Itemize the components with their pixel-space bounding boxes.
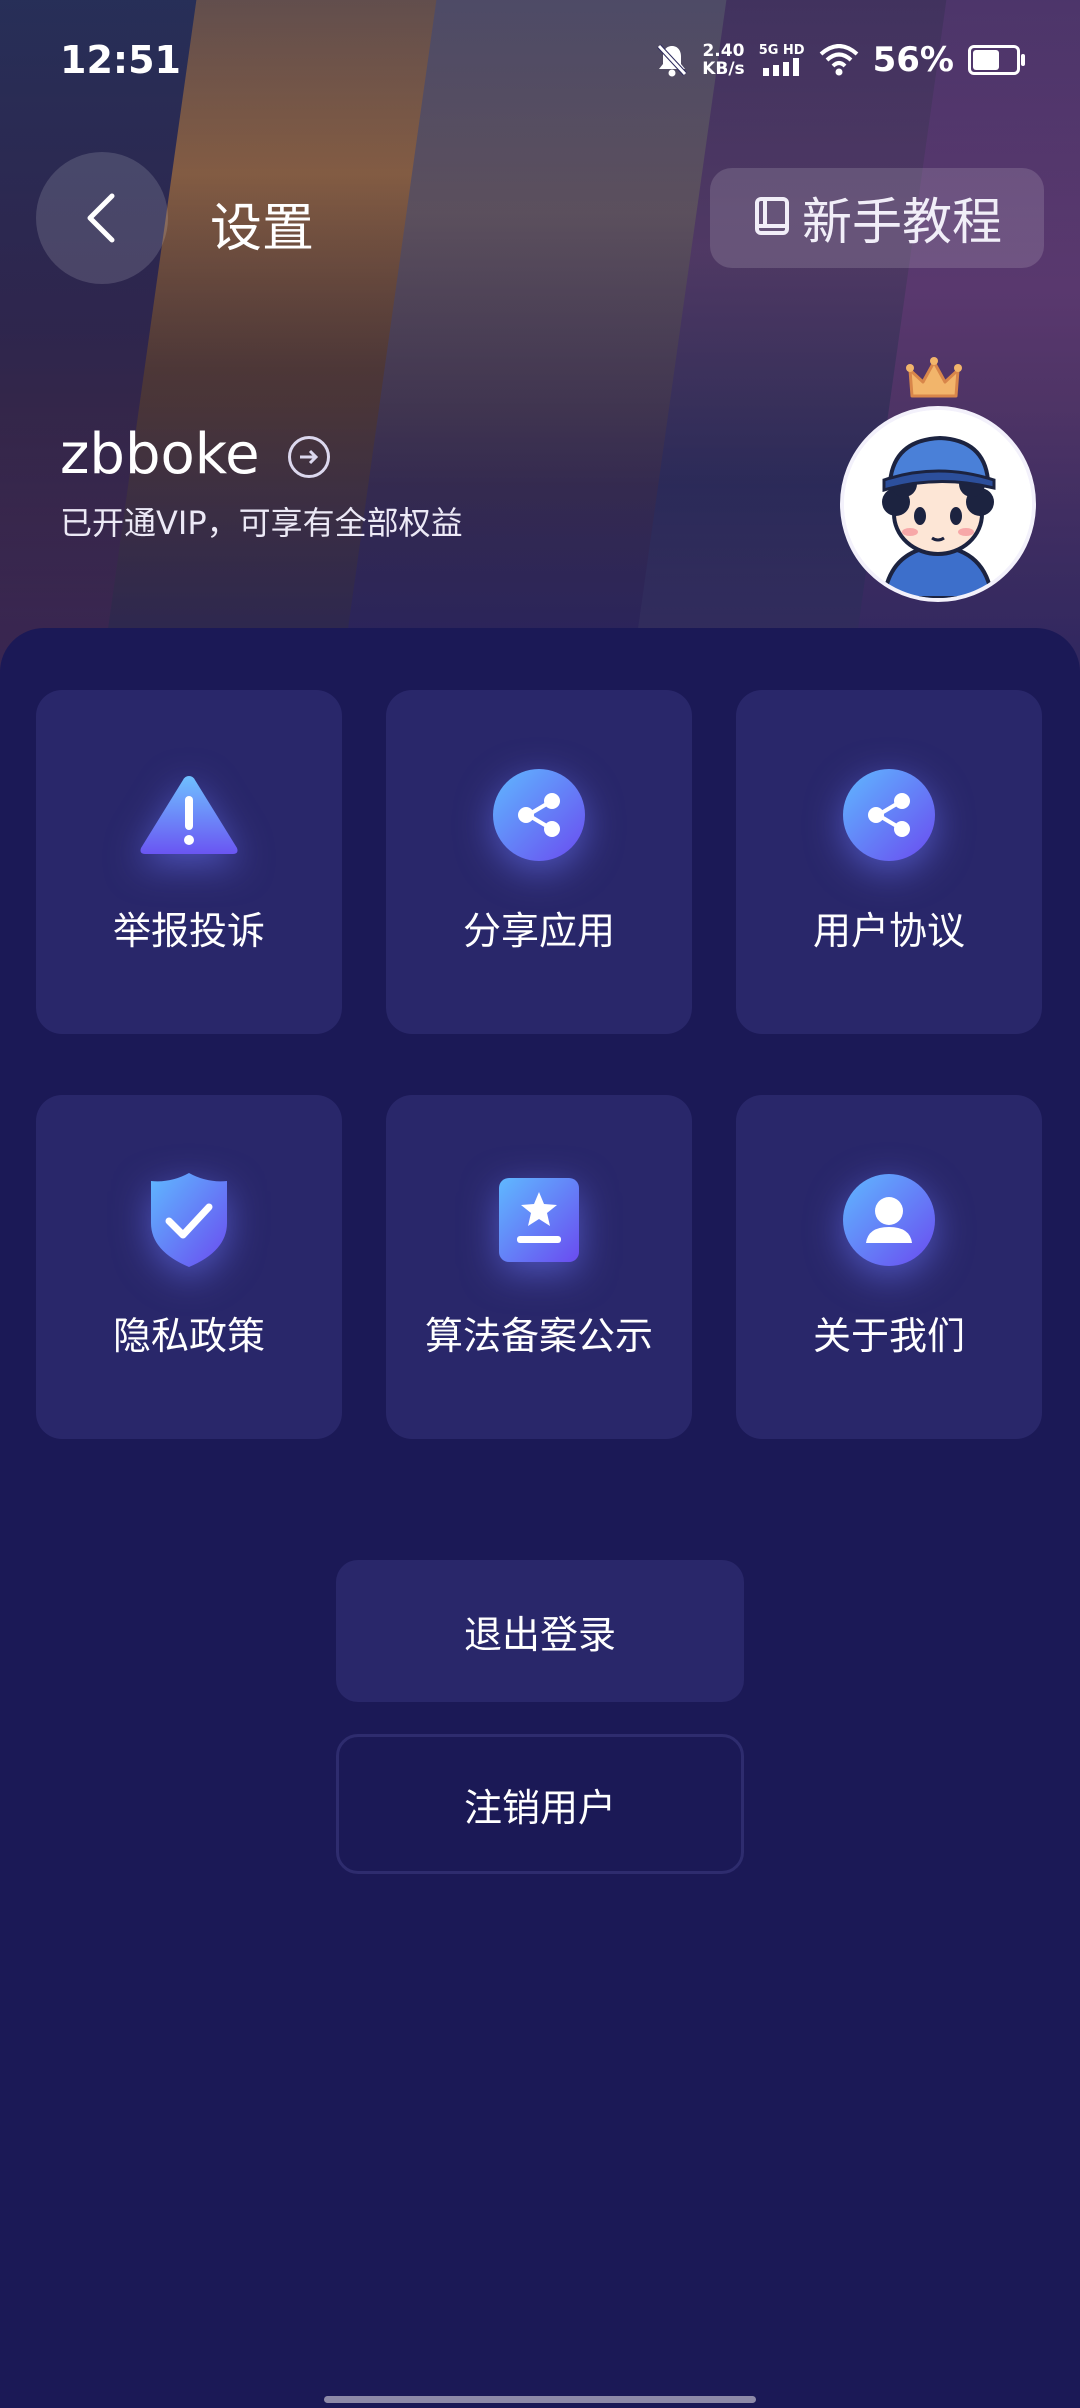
logout-button[interactable]: 退出登录 bbox=[336, 1560, 744, 1702]
tutorial-label: 新手教程 bbox=[802, 193, 1002, 251]
vip-status-text: 已开通VIP，可享有全部权益 bbox=[60, 504, 463, 542]
status-time: 12:51 bbox=[60, 38, 181, 82]
shield-check-icon bbox=[151, 1173, 227, 1267]
menu-card-algorithm-filing[interactable]: 算法备案公示 bbox=[386, 1095, 692, 1439]
star-document-icon bbox=[499, 1178, 579, 1262]
crown-icon bbox=[906, 357, 962, 398]
share-icon bbox=[493, 769, 585, 861]
status-bar: 12:51 2.40 KB/s 5G HD 56% bbox=[0, 0, 1080, 130]
cancel-account-label: 注销用户 bbox=[463, 1785, 616, 1830]
menu-card-about-us[interactable]: 关于我们 bbox=[736, 1095, 1042, 1439]
username[interactable]: zbboke bbox=[60, 422, 260, 487]
menu-card-label: 举报投诉 bbox=[112, 909, 265, 953]
menu-card-label: 隐私政策 bbox=[112, 1314, 265, 1358]
network-speed: 2.40 KB/s bbox=[702, 41, 745, 79]
chevron-left-icon bbox=[87, 193, 115, 243]
page-title: 设置 bbox=[210, 199, 315, 259]
battery-percent: 56% bbox=[872, 40, 954, 80]
battery-icon bbox=[968, 45, 1025, 75]
menu-card-label: 关于我们 bbox=[812, 1314, 965, 1358]
share-icon bbox=[843, 769, 935, 861]
book-icon bbox=[755, 197, 789, 235]
home-indicator[interactable] bbox=[324, 2396, 756, 2403]
logout-label: 退出登录 bbox=[463, 1612, 616, 1657]
avatar[interactable] bbox=[840, 406, 1036, 602]
menu-card-label: 分享应用 bbox=[462, 909, 615, 953]
tutorial-button[interactable]: 新手教程 bbox=[710, 168, 1044, 268]
mute-notification-icon bbox=[657, 44, 688, 77]
back-button[interactable] bbox=[36, 152, 168, 284]
menu-card-user-agreement[interactable]: 用户协议 bbox=[736, 690, 1042, 1034]
menu-card-label: 用户协议 bbox=[812, 909, 965, 953]
menu-card-report[interactable]: 举报投诉 bbox=[36, 690, 342, 1034]
cancel-account-button[interactable]: 注销用户 bbox=[336, 1734, 744, 1874]
signal-5g-icon: 5G HD bbox=[759, 44, 805, 76]
profile-arrow-icon[interactable] bbox=[288, 436, 330, 478]
menu-card-label: 算法备案公示 bbox=[424, 1314, 653, 1358]
menu-card-share-app[interactable]: 分享应用 bbox=[386, 690, 692, 1034]
wifi-icon bbox=[819, 44, 858, 76]
user-icon bbox=[843, 1174, 935, 1266]
warning-icon bbox=[140, 776, 238, 854]
menu-card-privacy-policy[interactable]: 隐私政策 bbox=[36, 1095, 342, 1439]
